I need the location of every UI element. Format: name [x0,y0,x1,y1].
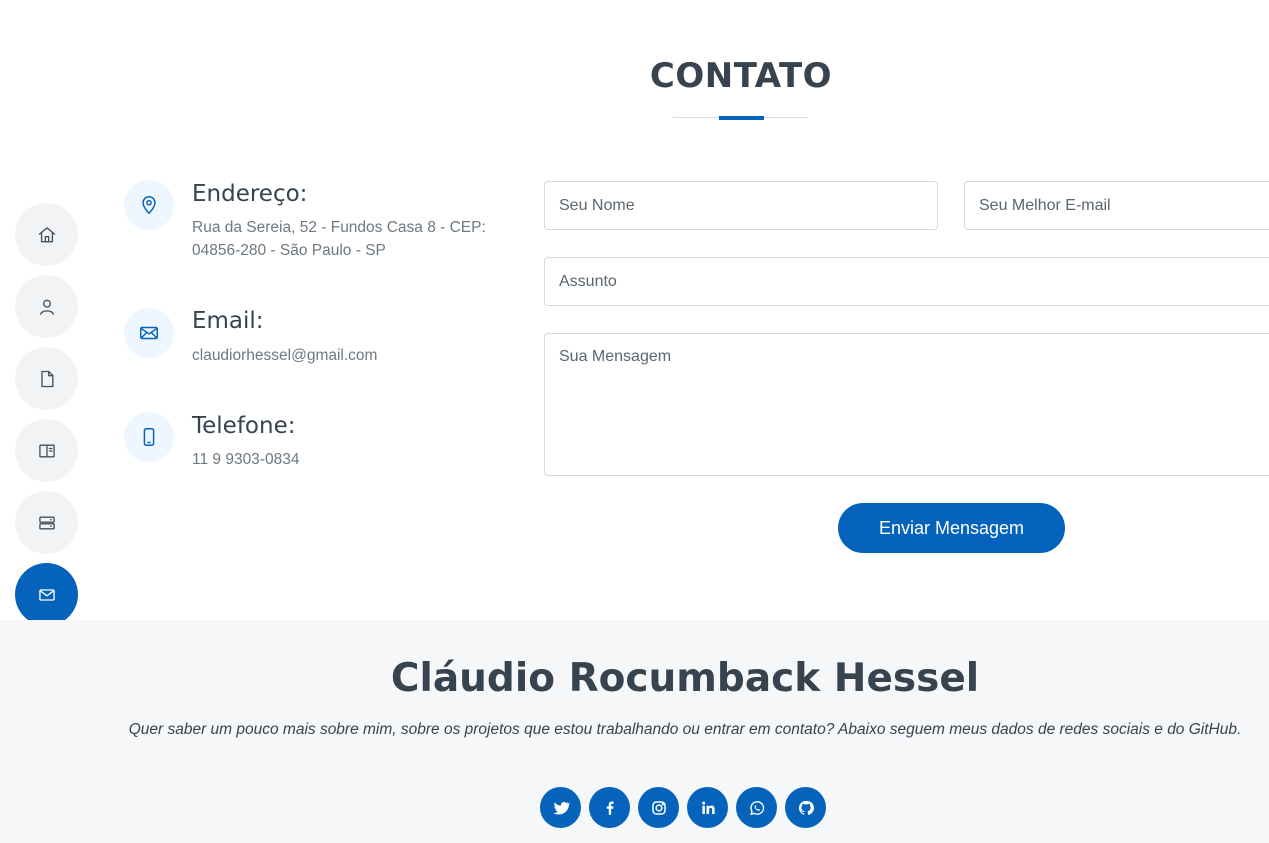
email-icon-circle [124,308,174,358]
email-input[interactable] [964,181,1269,230]
linkedin-icon [701,801,715,814]
nav-home-button[interactable] [15,203,78,266]
subject-input[interactable] [544,257,1269,306]
nav-about-button[interactable] [15,275,78,338]
envelope-icon [140,326,158,340]
footer: Cláudio Rocumback Hessel Quer saber um p… [0,620,1269,843]
facebook-link[interactable] [589,787,630,828]
address-icon-circle [124,180,174,230]
linkedin-link[interactable] [687,787,728,828]
phone-text: 11 9 9303-0834 [192,451,300,468]
twitter-icon [552,801,570,815]
email-title: Email: [192,308,264,334]
footer-name: Cláudio Rocumback Hessel [390,656,980,701]
instagram-link[interactable] [638,787,679,828]
envelope-icon [38,588,55,601]
twitter-link[interactable] [540,787,581,828]
phone-title: Telefone: [192,413,296,439]
section-header: CONTATO [0,56,1269,96]
message-textarea[interactable] [544,333,1269,476]
map-pin-icon [142,196,156,214]
nav-portfolio-button[interactable] [15,419,78,482]
phone-icon [143,428,155,446]
nav-resume-button[interactable] [15,347,78,410]
book-icon [38,444,55,457]
send-message-button[interactable]: Enviar Mensagem [838,503,1065,553]
github-link[interactable] [785,787,826,828]
github-icon [798,800,814,815]
title-accent-bar [719,116,764,120]
file-icon [40,370,53,387]
footer-description: Quer saber um pouco mais sobre mim, sobr… [128,721,1242,738]
name-input[interactable] [544,181,938,230]
nav-contact-button[interactable] [15,563,78,626]
user-icon [39,299,54,315]
phone-icon-circle [124,412,174,462]
address-title: Endereço: [192,181,308,207]
whatsapp-link[interactable] [736,787,777,828]
email-text: claudiorhessel@gmail.com [192,347,378,364]
home-icon [38,226,55,242]
nav-services-button[interactable] [15,491,78,554]
server-icon [38,516,55,529]
section-title: CONTATO [649,56,833,96]
address-text: Rua da Sereia, 52 - Fundos Casa 8 - CEP:… [192,219,486,259]
facebook-icon [606,800,614,815]
whatsapp-icon [749,800,764,815]
instagram-icon [651,800,666,815]
